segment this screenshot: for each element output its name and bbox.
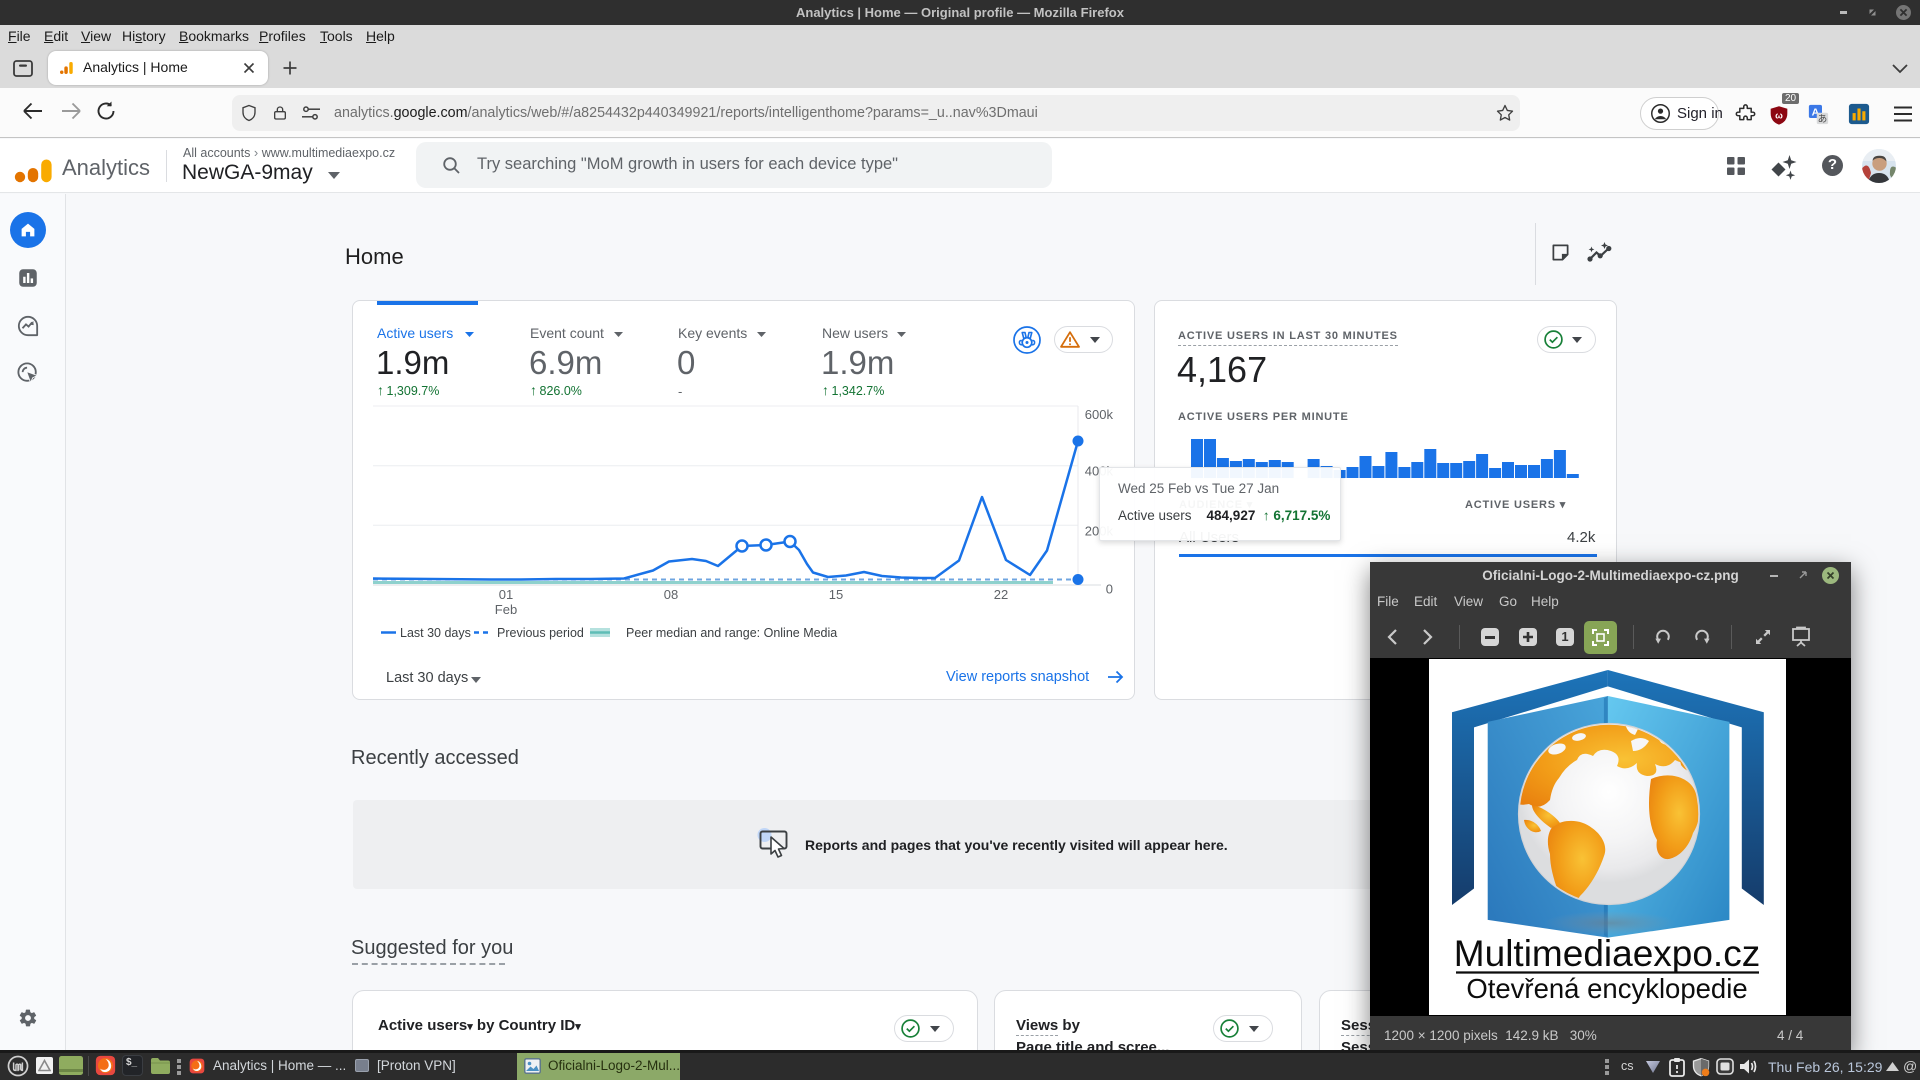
svg-text:0: 0 [1106, 582, 1113, 597]
svg-text:15: 15 [829, 587, 843, 602]
svg-text:600k: 600k [1085, 407, 1114, 422]
svg-text:08: 08 [664, 587, 678, 602]
svg-text:Previous period: Previous period [497, 626, 584, 640]
svg-text:22: 22 [994, 587, 1008, 602]
svg-text:Feb: Feb [495, 602, 517, 617]
svg-text:Peer median and range: Online: Peer median and range: Online Media [626, 626, 837, 640]
svg-text:あ: あ [1818, 114, 1828, 125]
svg-text:Last 30 days: Last 30 days [400, 626, 471, 640]
svg-text:ω: ω [1775, 110, 1783, 120]
svg-text:Multimediaexpo.cz: Multimediaexpo.cz [1454, 933, 1760, 974]
svg-text:Otevřená encyklopedie: Otevřená encyklopedie [1466, 973, 1747, 1004]
svg-text:01: 01 [499, 587, 513, 602]
